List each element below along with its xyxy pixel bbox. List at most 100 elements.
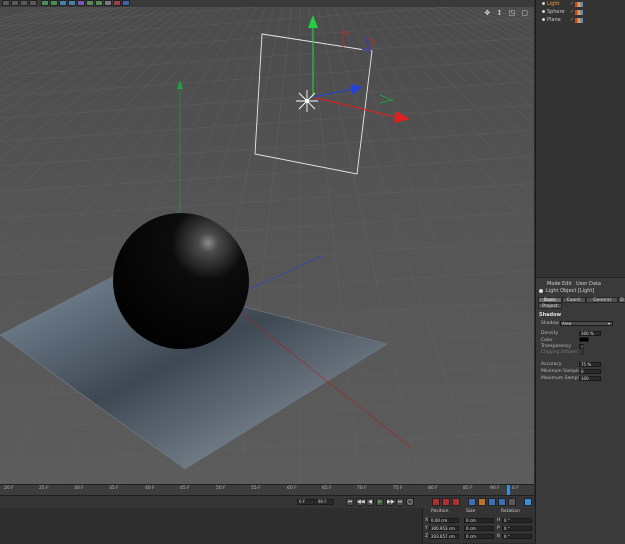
play-button[interactable]: ▶ [376,498,384,506]
axis-x-label: X [425,518,429,523]
size-y-field[interactable]: 0 cm [464,526,494,531]
rotation-p-label: P [497,526,500,531]
position-z-field[interactable]: 203.657 cm [429,534,459,539]
toolbar-button[interactable] [20,0,28,6]
position-header: Position [431,509,449,514]
minimum-samples-field[interactable]: 0 [579,369,601,374]
go-to-end-button[interactable]: ⏭ [396,498,404,506]
object-row-sphere[interactable]: Sphere ✓ [538,9,625,16]
toolbar-button[interactable] [122,0,130,6]
go-to-start-button[interactable]: ⏮ [346,498,354,506]
visible-check-icon[interactable]: ✓ [570,9,574,16]
y-axis-arrow [177,80,183,89]
key-parameter-button[interactable] [498,498,506,506]
toolbar-button[interactable] [41,0,49,6]
accuracy-field[interactable]: 75 % [579,362,601,367]
start-frame-field[interactable]: 0 F [297,499,315,505]
timeline-tick: 75 F [393,486,403,491]
key-scale-button[interactable] [478,498,486,506]
rotation-p-field[interactable]: 0 ° [502,526,532,531]
timeline-tick: 60 F [287,486,297,491]
playhead[interactable] [507,485,510,495]
timeline-tick: 65 F [322,486,332,491]
toolbar-button[interactable] [104,0,112,6]
rotation-h-field[interactable]: 0 ° [502,518,532,523]
light-x-arrow [394,111,410,123]
end-frame-field[interactable]: 90 F [316,499,334,505]
shadow-dropdown[interactable]: Area ▾ [560,321,613,326]
rotation-h-label: H [497,518,501,523]
light-icon [539,289,543,293]
toolbar-button[interactable] [2,0,10,6]
loop-button[interactable]: ◯ [406,498,414,506]
toolbar-button[interactable] [77,0,85,6]
transport-bar: 0 F 90 F ⏮ ◀◀ ◀ ▶ ▶▶ ⏭ ◯ [0,495,534,509]
sphere-object [113,213,249,349]
size-header: Size [466,509,476,514]
record-key-button[interactable] [432,498,440,506]
timeline-tick: 35 F [109,486,119,491]
timeline-tick: 85 F [463,486,473,491]
toolbar-button[interactable] [59,0,67,6]
toolbar-button[interactable] [11,0,19,6]
timeline-tick: 25 F [39,486,49,491]
size-x-field[interactable]: 0 cm [464,518,494,523]
menu-edit[interactable]: Edit [562,281,572,287]
object-row-plane[interactable]: Plane ✓ [538,17,625,24]
density-field[interactable]: 100 % [579,331,601,336]
tag-icons[interactable] [575,18,583,23]
position-y-field[interactable]: 300.953 cm [429,526,459,531]
previous-key-button[interactable]: ◀◀ [356,498,365,506]
chevron-down-icon: ▾ [607,321,610,326]
menu-user-data[interactable]: User Data [576,281,601,287]
autokey-button[interactable] [442,498,450,506]
object-row-light[interactable]: Light ✓ [538,1,625,8]
visible-check-icon[interactable]: ✓ [570,17,574,24]
toolbar-button[interactable] [95,0,103,6]
toolbar-button[interactable] [50,0,58,6]
clipping-influence-checkbox[interactable] [579,350,584,355]
transparency-checkbox[interactable]: ✓ [579,344,584,349]
next-key-button[interactable]: ▶▶ [386,498,395,506]
position-x-field[interactable]: 0.00 cm [429,518,459,523]
tab-d[interactable]: D [618,297,625,303]
viewport-3d[interactable]: ✥ ↕ ◳ ▢ [0,7,534,484]
shadow-label: Shadow [541,321,559,326]
tab-coord[interactable]: Coord. [562,297,586,303]
keyframe-selection-button[interactable] [452,498,460,506]
accuracy-label: Accuracy [541,362,562,367]
tab-general[interactable]: General [586,297,618,303]
timeline-tick: 70 F [357,486,367,491]
maximum-samples-field[interactable]: 100 [579,376,601,381]
transparency-label: Transparency [541,344,572,349]
rotation-b-field[interactable]: 0 ° [502,534,532,539]
axis-y-label: Y [425,526,428,531]
tag-icons[interactable] [575,10,583,15]
previous-frame-button[interactable]: ◀ [366,498,374,506]
menu-mode[interactable]: Mode [547,281,561,287]
size-z-field[interactable]: 0 cm [464,534,494,539]
timeline-options-button[interactable] [524,498,532,506]
toolbar-button[interactable] [86,0,94,6]
clipping-influence-label: Clipping Influence [541,350,582,355]
key-pla-button[interactable] [508,498,516,506]
world-axis-z [249,255,323,290]
viewport-nav-icons[interactable]: ✥ ↕ ◳ ▢ [484,9,530,17]
key-rotation-button[interactable] [488,498,496,506]
key-position-button[interactable] [468,498,476,506]
visible-check-icon[interactable]: ✓ [570,1,574,8]
toolbar-button[interactable] [113,0,121,6]
section-shadow: Shadow [539,312,562,318]
axis-z-label: Z [425,534,429,539]
toolbar-button[interactable] [68,0,76,6]
color-swatch[interactable] [579,337,589,342]
scene-canvas[interactable] [0,7,534,484]
timeline-tick: 90 F [490,486,500,491]
rotation-header: Rotation [501,509,520,514]
timeline-tick: 20 F [4,486,14,491]
timeline-tick: 50 F [216,486,226,491]
minimum-samples-label: Minimum Samples [541,369,583,374]
tag-icons[interactable] [575,2,583,7]
toolbar-button[interactable] [29,0,37,6]
tab-project[interactable]: Project [538,303,562,309]
